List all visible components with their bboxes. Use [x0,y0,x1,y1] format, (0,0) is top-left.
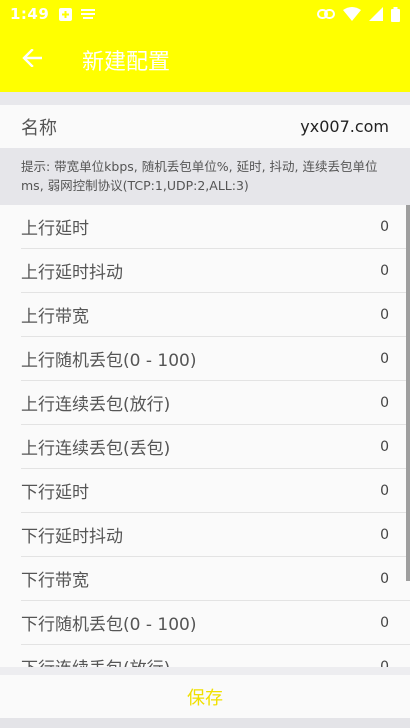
setting-value[interactable]: 0 [380,351,389,367]
divider [0,92,410,105]
bottom-edge [0,718,410,728]
wifi-icon [343,7,361,21]
setting-value[interactable]: 0 [380,263,389,279]
setting-row[interactable]: 下行带宽 0 [21,557,410,601]
setting-row[interactable]: 上行随机丢包(0 - 100) 0 [21,337,410,381]
settings-list[interactable]: 上行延时 0 上行延时抖动 0 上行带宽 0 上行随机丢包(0 - 100) 0 上行连… [0,205,410,667]
setting-row[interactable]: 下行随机丢包(0 - 100) 0 [21,601,410,645]
setting-value[interactable]: 0 [380,395,389,411]
setting-row[interactable]: 上行连续丢包(放行) 0 [21,381,410,425]
setting-label: 上行延时 [21,219,89,239]
setting-row[interactable]: 上行延时 0 [21,205,410,249]
list-scrollbar[interactable] [406,205,410,581]
setting-value[interactable]: 0 [380,439,389,455]
setting-label: 下行随机丢包(0 - 100) [21,615,197,635]
link-icon [317,8,335,20]
name-value[interactable]: yx007.com [300,117,389,136]
save-bar: 保存 [0,675,410,718]
setting-value[interactable]: 0 [380,659,389,668]
setting-row[interactable]: 上行延时抖动 0 [21,249,410,293]
name-field[interactable]: 名称 yx007.com [0,105,410,148]
signal-icon [369,7,383,21]
setting-value[interactable]: 0 [380,527,389,543]
setting-label: 上行延时抖动 [21,263,123,283]
setting-row[interactable]: 下行延时抖动 0 [21,513,410,557]
setting-value[interactable]: 0 [380,307,389,323]
name-label: 名称 [21,117,57,139]
app-bar: 新建配置 [0,28,410,92]
setting-label: 下行连续丢包(放行) [21,654,170,667]
setting-value[interactable]: 0 [380,483,389,499]
setting-label: 下行带宽 [21,571,89,591]
status-time: 1:49 [10,5,50,23]
back-button[interactable] [0,28,64,92]
setting-row[interactable]: 下行延时 0 [21,469,410,513]
hint-text: 提示: 带宽单位kbps, 随机丢包单位%, 延时, 抖动, 连续丢包单位ms,… [0,148,410,205]
page-title: 新建配置 [82,50,171,75]
setting-label: 上行带宽 [21,307,89,327]
battery-icon [391,6,400,22]
arrow-left-icon [22,48,43,71]
notification-lines-icon [80,8,96,20]
setting-label: 下行延时抖动 [21,527,123,547]
setting-value[interactable]: 0 [380,571,389,587]
setting-row[interactable]: 下行连续丢包(放行) 0 [21,645,410,668]
setting-label: 下行延时 [21,483,89,503]
setting-value[interactable]: 0 [380,615,389,631]
setting-label: 上行连续丢包(丢包) [21,439,171,459]
setting-row[interactable]: 上行连续丢包(丢包) 0 [21,425,410,469]
setting-value[interactable]: 0 [380,219,389,235]
setting-label: 上行随机丢包(0 - 100) [21,351,197,371]
setting-row[interactable]: 上行带宽 0 [21,293,410,337]
status-bar: 1:49 [0,0,410,28]
save-button[interactable]: 保存 [187,684,223,710]
divider [0,667,410,675]
setting-label: 上行连续丢包(放行) [21,395,171,415]
notification-plus-icon [59,7,73,21]
